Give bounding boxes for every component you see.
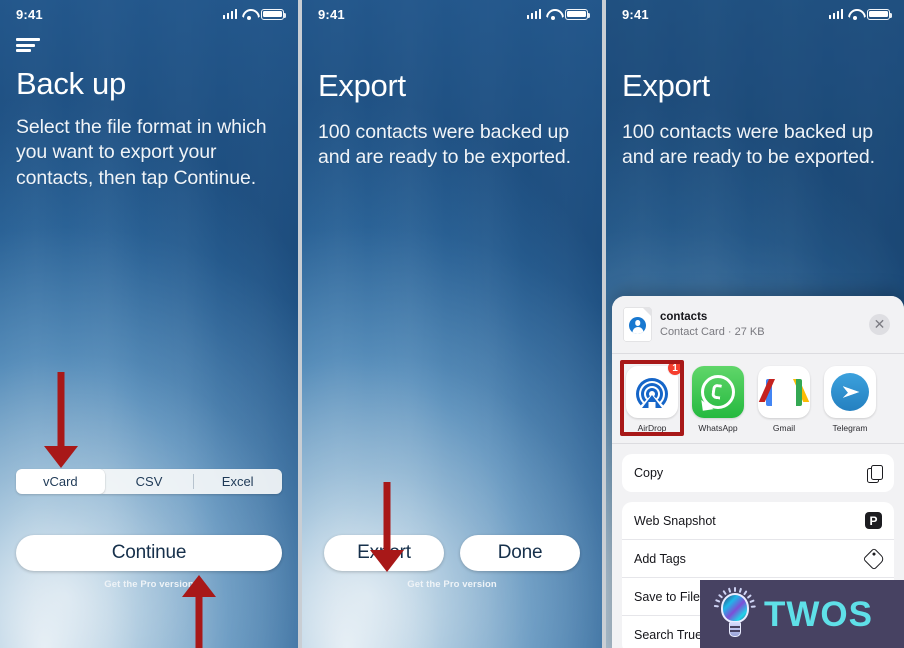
phone-screen-share-sheet: 9:41 Export 100 contacts were backed up … — [606, 0, 904, 648]
panel2-content: Export 100 contacts were backed up and a… — [302, 68, 602, 171]
airdrop-badge: 1 — [667, 360, 683, 376]
panel1-content: Back up Select the file format in which … — [0, 36, 298, 192]
contact-card-file-icon — [624, 308, 651, 341]
page-title: Export — [622, 68, 710, 103]
lightbulb-logo-icon — [713, 587, 756, 641]
wifi-icon — [546, 9, 560, 20]
share-app-gmail[interactable]: Gmail — [758, 366, 810, 433]
share-action-label: Add Tags — [634, 551, 686, 566]
phone-screen-backup: 9:41 Back up Select the file format in w… — [0, 0, 298, 648]
status-bar-time: 9:41 — [318, 6, 345, 22]
arrow-to-continue — [182, 575, 216, 648]
share-app-label: Gmail — [772, 423, 796, 433]
arrow-to-export — [370, 482, 404, 574]
segment-vcard[interactable]: vCard — [16, 469, 105, 494]
cellular-signal-icon — [222, 9, 237, 19]
hamburger-menu-icon[interactable] — [16, 36, 42, 54]
battery-icon — [565, 8, 591, 20]
copy-icon — [867, 464, 883, 483]
share-app-telegram[interactable]: Telegram — [824, 366, 876, 433]
share-action-label: Copy — [634, 466, 664, 480]
whatsapp-icon[interactable] — [692, 366, 744, 418]
share-app-label: Telegram — [832, 423, 868, 433]
pocket-p-icon: P — [865, 512, 882, 529]
status-bar-indicators — [828, 8, 893, 20]
wifi-icon — [848, 9, 862, 20]
page-title: Back up — [16, 66, 126, 101]
share-action-web-snapshot[interactable]: Web Snapshot P — [622, 502, 894, 540]
segment-excel[interactable]: Excel — [193, 469, 282, 494]
share-apps-row: 1 AirDrop WhatsApp Gmail Telegram — [612, 354, 904, 444]
tag-icon — [862, 547, 886, 570]
pro-version-link[interactable]: Get the Pro version — [0, 579, 298, 590]
share-action-label: Web Snapshot — [634, 513, 716, 528]
share-file-name: contacts — [660, 311, 708, 324]
panel3-content: Export 100 contacts were backed up and a… — [606, 68, 904, 171]
share-app-whatsapp[interactable]: WhatsApp — [692, 366, 744, 433]
share-app-label: AirDrop — [637, 423, 667, 433]
share-action-label: Save to Files — [634, 589, 707, 604]
action-button-row: Export Done — [324, 535, 580, 571]
status-bar: 9:41 — [606, 0, 904, 28]
gmail-icon[interactable] — [758, 366, 810, 418]
page-subtitle: 100 contacts were backed up and are read… — [622, 120, 875, 169]
share-file-info: contacts Contact Card · 27 KB — [660, 310, 860, 339]
phone-screen-export: 9:41 Export 100 contacts were backed up … — [302, 0, 602, 648]
continue-button[interactable]: Continue — [16, 535, 282, 571]
arrow-to-vcard — [44, 372, 78, 470]
watermark-text: TWOS — [764, 594, 873, 634]
wifi-icon — [242, 9, 256, 20]
share-app-airdrop[interactable]: 1 AirDrop — [626, 360, 683, 433]
status-bar-indicators — [222, 8, 287, 20]
battery-icon — [261, 8, 287, 20]
status-bar: 9:41 — [302, 0, 602, 28]
cellular-signal-icon — [828, 9, 843, 19]
status-bar-time: 9:41 — [622, 6, 649, 22]
segment-csv[interactable]: CSV — [105, 469, 194, 494]
share-app-label: WhatsApp — [698, 423, 738, 433]
share-action-add-tags[interactable]: Add Tags — [622, 540, 894, 578]
telegram-icon[interactable] — [824, 366, 876, 418]
file-format-segmented-control[interactable]: vCard CSV Excel — [16, 469, 282, 494]
cellular-signal-icon — [526, 9, 541, 19]
share-action-copy[interactable]: Copy — [622, 454, 894, 492]
close-icon[interactable]: ✕ — [869, 314, 890, 335]
done-button[interactable]: Done — [460, 535, 580, 571]
twos-watermark: TWOS — [700, 580, 904, 648]
status-bar: 9:41 — [0, 0, 298, 28]
page-subtitle: Select the file format in which you want… — [16, 115, 267, 190]
share-sheet-header: contacts Contact Card · 27 KB ✕ — [612, 296, 904, 354]
share-actions-group-1: Copy — [622, 454, 894, 492]
status-bar-indicators — [526, 8, 591, 20]
pro-version-link[interactable]: Get the Pro version — [302, 579, 602, 590]
page-subtitle: 100 contacts were backed up and are read… — [318, 120, 571, 169]
status-bar-time: 9:41 — [16, 6, 43, 22]
screenshot-stage: 9:41 Back up Select the file format in w… — [0, 0, 904, 648]
battery-icon — [867, 8, 893, 20]
airdrop-icon[interactable]: 1 — [626, 360, 683, 418]
page-title: Export — [318, 68, 406, 103]
share-file-meta: Contact Card · 27 KB — [660, 325, 765, 338]
